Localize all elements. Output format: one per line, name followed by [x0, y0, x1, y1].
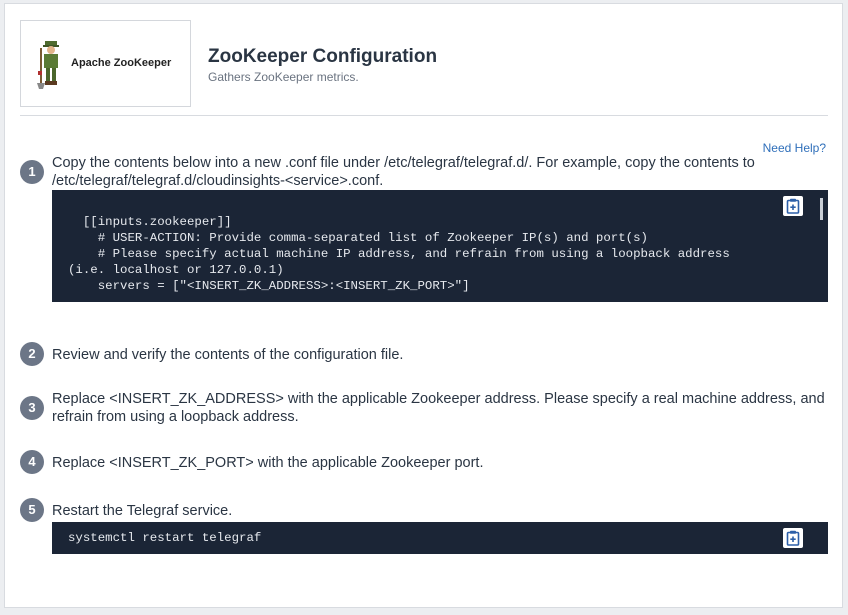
step-3-text: Replace <INSERT_ZK_ADDRESS> with the app… — [52, 391, 825, 425]
step-1-badge: 1 — [20, 160, 44, 184]
config-code-block[interactable]: [[inputs.zookeeper]] # USER-ACTION: Prov… — [52, 190, 828, 302]
zookeeper-mascot-icon — [37, 41, 59, 89]
config-code: [[inputs.zookeeper]] # USER-ACTION: Prov… — [68, 215, 730, 293]
restart-code: systemctl restart telegraf — [68, 531, 262, 545]
code-scrollbar[interactable] — [820, 198, 823, 220]
step-4-badge: 4 — [20, 450, 44, 474]
step-4-text: Replace <INSERT_ZK_PORT> with the applic… — [52, 455, 484, 471]
page-title: ZooKeeper Configuration — [208, 46, 438, 67]
copy-config-button[interactable] — [783, 196, 803, 216]
need-help-link[interactable]: Need Help? — [763, 141, 826, 155]
clipboard-plus-icon — [786, 198, 800, 214]
step-1-text: Copy the contents below into a new .conf… — [52, 155, 755, 189]
step-3-badge: 3 — [20, 396, 44, 420]
restart-code-block[interactable]: systemctl restart telegraf — [52, 522, 828, 554]
logo-text: Apache ZooKeeper — [71, 57, 172, 69]
config-panel: Apache ZooKeeper ZooKeeper Configuration… — [4, 3, 843, 608]
logo-box: Apache ZooKeeper — [20, 20, 191, 107]
clipboard-plus-icon — [786, 530, 800, 546]
step-2-text: Review and verify the contents of the co… — [52, 347, 404, 363]
step-2-badge: 2 — [20, 342, 44, 366]
step-5-badge: 5 — [20, 498, 44, 522]
copy-restart-button[interactable] — [783, 528, 803, 548]
header-divider — [20, 115, 828, 116]
page-subtitle: Gathers ZooKeeper metrics. — [208, 70, 359, 84]
step-5-text: Restart the Telegraf service. — [52, 503, 233, 519]
